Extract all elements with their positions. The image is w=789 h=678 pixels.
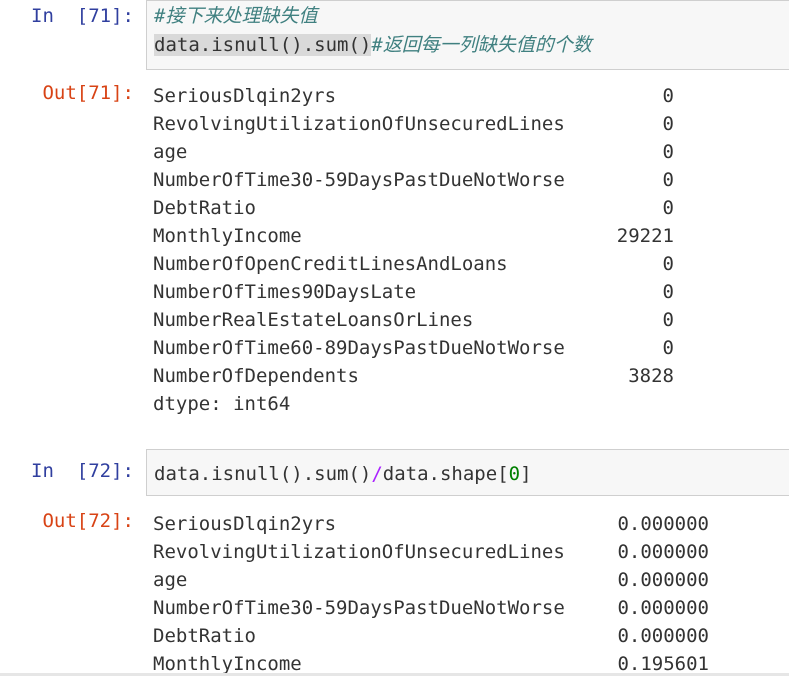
code-number: 0 xyxy=(508,463,521,485)
code-expr-a: data.isnull().sum() xyxy=(154,463,372,485)
dtype-line: dtype: int64 xyxy=(153,393,291,415)
code-bracket-right: ] xyxy=(520,463,532,485)
output-row: MonthlyIncome 29221 xyxy=(153,222,674,250)
row-label: DebtRatio xyxy=(153,625,256,647)
code-comment-line: #接下来处理缺失值 xyxy=(154,5,318,27)
row-value: 0.000000 xyxy=(617,541,709,563)
row-label: SeriousDlqin2yrs xyxy=(153,513,337,535)
row-value: 0.000000 xyxy=(617,625,709,647)
row-value: 0 xyxy=(662,309,674,331)
row-value: 0 xyxy=(662,197,674,219)
row-label: MonthlyIncome xyxy=(153,225,302,247)
output-row: NumberOfTime30-59DaysPastDueNotWorse 0.00… xyxy=(153,594,709,622)
row-label: DebtRatio xyxy=(153,197,256,219)
row-value: 0.000000 xyxy=(617,569,709,591)
row-value: 3828 xyxy=(628,365,674,387)
row-label: NumberOfTimes90DaysLate xyxy=(153,281,417,303)
output-row: NumberOfTimes90DaysLate 0 xyxy=(153,278,674,306)
code-expr-b: data.shape xyxy=(382,463,498,485)
row-label: age xyxy=(153,141,188,163)
row-value: 0.000000 xyxy=(617,597,709,619)
row-label: NumberOfOpenCreditLinesAndLoans xyxy=(153,253,508,275)
output-row: RevolvingUtilizationOfUnsecuredLines 0 xyxy=(153,110,674,138)
output-row: NumberOfTime60-89DaysPastDueNotWorse 0 xyxy=(153,334,674,362)
output-row: SeriousDlqin2yrs 0 xyxy=(153,82,674,110)
row-value: 0 xyxy=(662,337,674,359)
out-prompt-71: Out[71]: xyxy=(42,82,134,104)
in-prompt-71: In [71]: xyxy=(31,5,134,27)
output-row: age 0 xyxy=(153,138,674,166)
row-label: SeriousDlqin2yrs xyxy=(153,85,337,107)
code-line-2: data.isnull().sum()#返回每一列缺失值的个数 xyxy=(154,31,592,59)
in-prompt-72: In [72]: xyxy=(31,460,134,482)
output-row: NumberOfOpenCreditLinesAndLoans 0 xyxy=(153,250,674,278)
code-input-72[interactable]: data.isnull().sum()/data.shape[0] xyxy=(146,449,789,496)
output-row: DebtRatio 0 xyxy=(153,194,674,222)
row-value: 0 xyxy=(662,169,674,191)
row-value: 0 xyxy=(662,141,674,163)
row-value: 0 xyxy=(662,85,674,107)
row-value: 0 xyxy=(662,253,674,275)
output-row: NumberOfTime30-59DaysPastDueNotWorse 0 xyxy=(153,166,674,194)
code-operator: / xyxy=(371,463,383,485)
code-input-71[interactable]: #接下来处理缺失值 data.isnull().sum()#返回每一列缺失值的个… xyxy=(146,0,789,70)
row-value: 29221 xyxy=(616,225,674,247)
row-value: 0.000000 xyxy=(617,513,709,535)
row-value: 0 xyxy=(662,113,674,135)
output-row: DebtRatio 0.000000 xyxy=(153,622,709,650)
code-line: data.isnull().sum()/data.shape[0] xyxy=(154,460,532,488)
output-row: RevolvingUtilizationOfUnsecuredLines 0.00… xyxy=(153,538,709,566)
row-label: age xyxy=(153,569,188,591)
output-72: SeriousDlqin2yrs 0.000000 RevolvingUtiliza… xyxy=(153,510,709,678)
output-row: SeriousDlqin2yrs 0.000000 xyxy=(153,510,709,538)
row-label: NumberOfDependents xyxy=(153,365,359,387)
output-row: NumberOfDependents 3828 xyxy=(153,362,674,390)
row-value: 0 xyxy=(662,281,674,303)
output-row: age 0.000000 xyxy=(153,566,709,594)
code-inline-comment: #返回每一列缺失值的个数 xyxy=(371,34,592,56)
code-selected-text: data.isnull().sum() xyxy=(154,34,372,56)
out-prompt-72: Out[72]: xyxy=(42,510,134,532)
row-label: RevolvingUtilizationOfUnsecuredLines xyxy=(153,541,565,563)
code-bracket-left: [ xyxy=(497,463,509,485)
row-label: NumberRealEstateLoansOrLines xyxy=(153,309,474,331)
output-71: SeriousDlqin2yrs 0 RevolvingUtilizationOfU… xyxy=(153,82,674,418)
row-label: NumberOfTime30-59DaysPastDueNotWorse xyxy=(153,597,565,619)
output-row: NumberRealEstateLoansOrLines 0 xyxy=(153,306,674,334)
